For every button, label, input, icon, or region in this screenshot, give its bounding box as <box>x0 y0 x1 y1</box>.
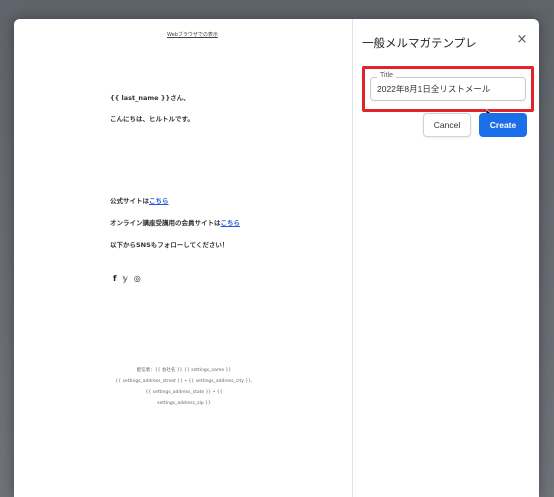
webview-link[interactable]: Webブラウザでの表示 <box>167 31 218 38</box>
footer-line: {{ settings_address_street }} • {{ setti… <box>115 379 253 395</box>
title-input[interactable] <box>371 78 533 100</box>
official-site-line: 公式サイトはこちら <box>110 195 169 205</box>
online-course-text: オンライン講座受講用の会員サイトは <box>110 219 221 227</box>
online-course-link[interactable]: こちら <box>221 219 241 227</box>
twitter-icon[interactable]: 𝕪 <box>122 274 127 284</box>
online-course-line: オンライン講座受講用の会員サイトはこちら <box>110 217 240 227</box>
facebook-icon[interactable]: f <box>113 274 116 284</box>
title-field[interactable]: Title <box>370 72 533 101</box>
instagram-icon[interactable]: ◎ <box>134 274 141 284</box>
email-footer: 配信者：{{ 会社名 }} {{ settings_name }} {{ set… <box>114 365 254 409</box>
footer-line: settings_address_zip }} <box>157 401 211 406</box>
cancel-button[interactable]: Cancel <box>423 113 471 137</box>
close-icon[interactable]: × <box>514 32 530 48</box>
email-preview: Webブラウザでの表示 {{ last_name }}さん、 こんにちは、ヒルト… <box>14 19 353 497</box>
follow-text: 以下からSNSもフォローしてください！ <box>110 241 229 249</box>
greeting-hello: こんにちは、ヒルトルです。 <box>110 115 194 123</box>
footer-line: 配信者：{{ 会社名 }} {{ settings_name }} <box>136 368 232 373</box>
official-site-link[interactable]: こちら <box>149 197 169 205</box>
side-panel: 一般メルマガテンプレ × Title Cancel Create <box>353 19 539 497</box>
panel-title: 一般メルマガテンプレ <box>362 38 477 50</box>
create-button[interactable]: Create <box>479 113 527 137</box>
official-site-text: 公式サイトは <box>110 197 149 205</box>
social-icons: f 𝕪 ◎ <box>113 274 141 284</box>
template-modal: Webブラウザでの表示 {{ last_name }}さん、 こんにちは、ヒルト… <box>14 19 539 497</box>
greeting-name: {{ last_name }}さん、 <box>110 94 190 102</box>
